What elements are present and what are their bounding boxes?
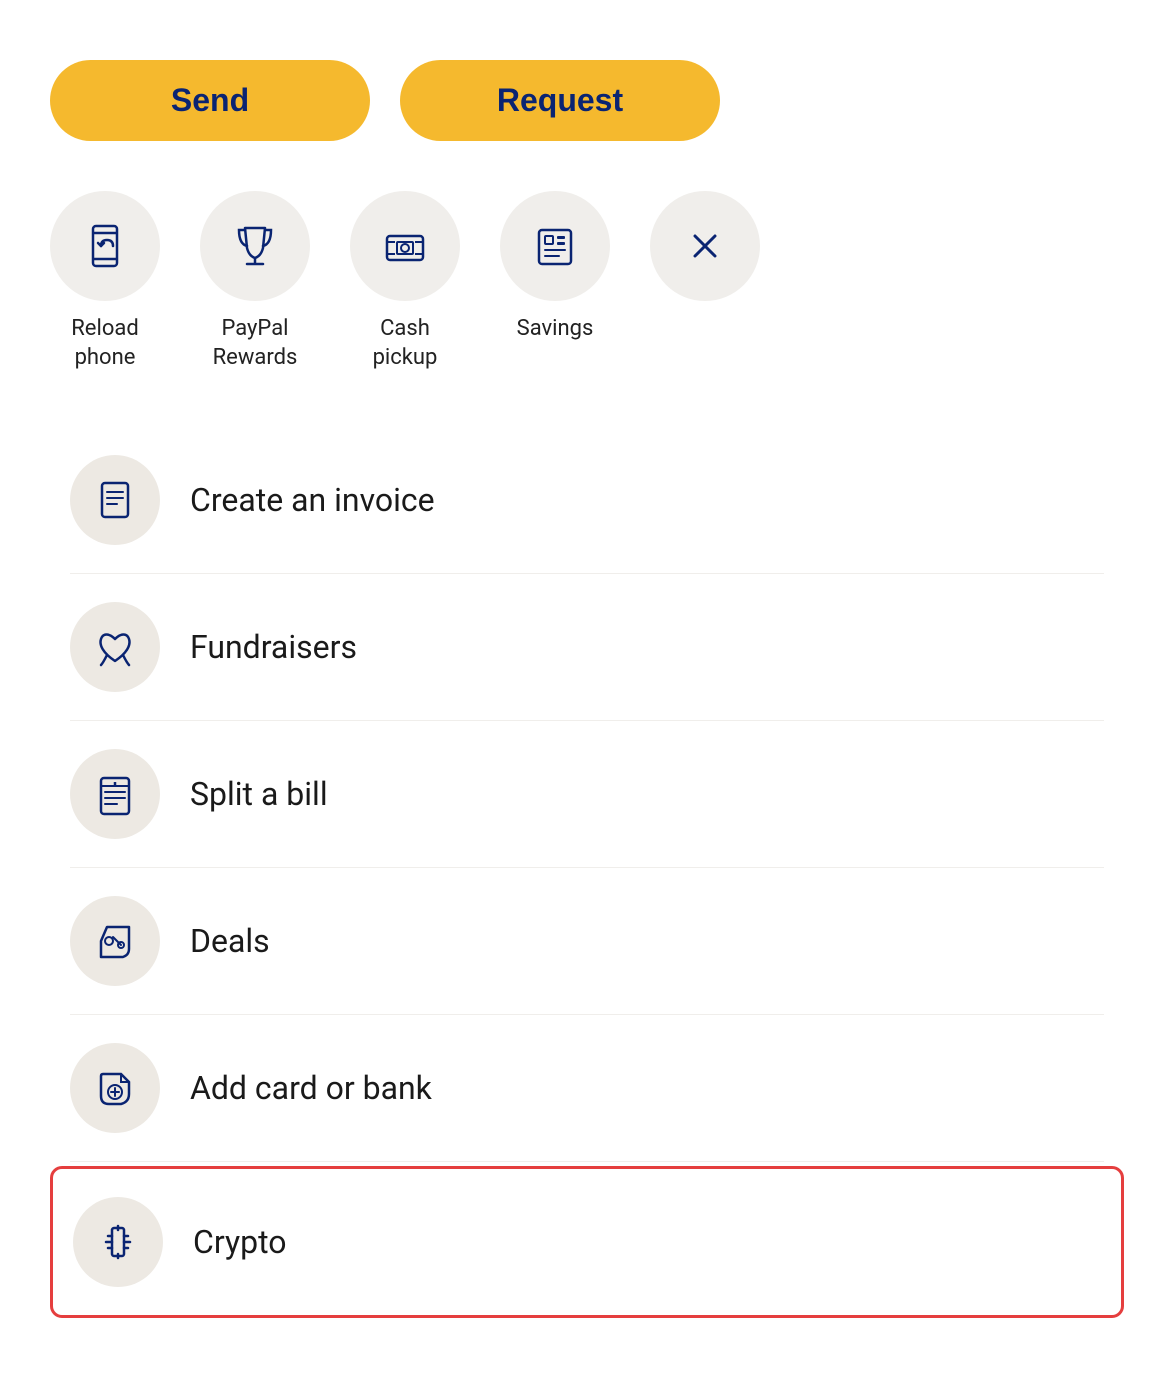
split-bill-label: Split a bill xyxy=(190,775,328,813)
menu-item-add-card-bank[interactable]: Add card or bank xyxy=(50,1015,1124,1161)
deals-label: Deals xyxy=(190,922,270,960)
savings-icon xyxy=(529,220,581,272)
reload-phone-label: Reloadphone xyxy=(71,315,139,372)
savings-circle xyxy=(500,191,610,301)
send-button[interactable]: Send xyxy=(50,60,370,141)
request-button[interactable]: Request xyxy=(400,60,720,141)
menu-item-crypto[interactable]: Crypto xyxy=(50,1166,1124,1318)
paypal-rewards-circle xyxy=(200,191,310,301)
menu-item-create-invoice[interactable]: Create an invoice xyxy=(50,427,1124,573)
quick-actions-row: Reloadphone PayPalRewards xyxy=(50,191,1124,372)
crypto-label: Crypto xyxy=(193,1223,286,1261)
cash-pickup-label: Cashpickup xyxy=(373,315,438,372)
split-bill-icon xyxy=(93,772,137,816)
quick-action-close[interactable] xyxy=(650,191,760,315)
deals-icon xyxy=(93,919,137,963)
menu-item-fundraisers[interactable]: Fundraisers xyxy=(50,574,1124,720)
divider-5 xyxy=(70,1161,1104,1162)
fundraisers-label: Fundraisers xyxy=(190,628,357,666)
savings-label: Savings xyxy=(517,315,594,344)
paypal-rewards-label: PayPalRewards xyxy=(213,315,298,372)
add-card-icon xyxy=(93,1066,137,1110)
deals-circle xyxy=(70,896,160,986)
reload-phone-icon xyxy=(79,220,131,272)
cash-pickup-icon xyxy=(379,220,431,272)
invoice-icon xyxy=(93,478,137,522)
crypto-circle xyxy=(73,1197,163,1287)
add-card-bank-label: Add card or bank xyxy=(190,1069,432,1107)
quick-action-paypal-rewards[interactable]: PayPalRewards xyxy=(200,191,310,372)
fundraisers-circle xyxy=(70,602,160,692)
add-card-circle xyxy=(70,1043,160,1133)
create-invoice-label: Create an invoice xyxy=(190,481,435,519)
close-circle xyxy=(650,191,760,301)
menu-list: Create an invoice Fundraisers Split xyxy=(50,427,1124,1322)
top-buttons-row: Send Request xyxy=(50,60,1124,141)
invoice-circle xyxy=(70,455,160,545)
quick-action-savings[interactable]: Savings xyxy=(500,191,610,344)
menu-item-split-bill[interactable]: Split a bill xyxy=(50,721,1124,867)
quick-action-reload-phone[interactable]: Reloadphone xyxy=(50,191,160,372)
reload-phone-circle xyxy=(50,191,160,301)
quick-action-cash-pickup[interactable]: Cashpickup xyxy=(350,191,460,372)
trophy-icon xyxy=(229,220,281,272)
menu-item-deals[interactable]: Deals xyxy=(50,868,1124,1014)
crypto-icon xyxy=(96,1220,140,1264)
close-icon xyxy=(679,220,731,272)
split-bill-circle xyxy=(70,749,160,839)
fundraisers-icon xyxy=(93,625,137,669)
cash-pickup-circle xyxy=(350,191,460,301)
